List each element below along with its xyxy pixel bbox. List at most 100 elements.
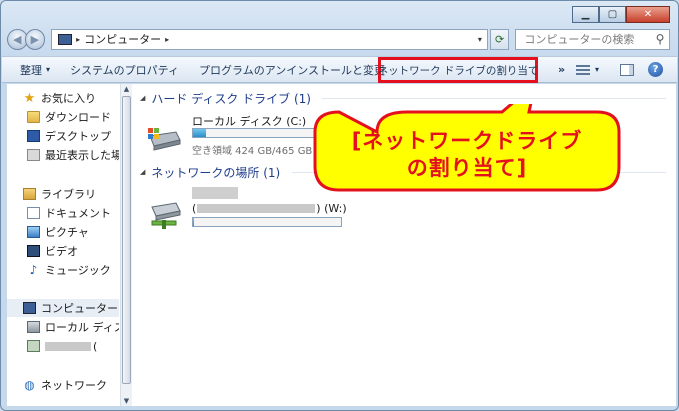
network-drive-icon (27, 340, 40, 352)
map-network-drive-button[interactable]: ネットワーク ドライブの割り当て (378, 57, 538, 83)
local-disk-usage-fill (193, 129, 207, 137)
close-icon: ✕ (643, 9, 653, 20)
scroll-thumb[interactable] (122, 96, 131, 384)
nav-network-drive[interactable]: ( (27, 337, 119, 355)
search-placeholder: コンピューターの検索 (524, 33, 635, 46)
breadcrumb-computer[interactable]: コンピューター (84, 31, 161, 47)
organize-button[interactable]: 整理 ▾ (2, 62, 60, 78)
scroll-up-icon[interactable]: ▲ (121, 85, 132, 93)
local-disk-name: ローカル ディスク (C:) (192, 115, 307, 128)
annotation-callout: [ネットワークドライブ の割り当て] (307, 104, 627, 195)
back-arrow-icon: ◀ (13, 32, 22, 46)
nav-music-label: ミュージック (45, 264, 111, 277)
group-network-locations[interactable]: ◢ ネットワークの場所 (1) (140, 162, 280, 182)
forward-arrow-icon: ▶ (30, 32, 40, 46)
redacted-share-name (45, 341, 91, 351)
group-hard-disk-drives[interactable]: ◢ ハード ディスク ドライブ (1) (140, 88, 311, 108)
nav-scrollbar[interactable]: ▲ ▼ (120, 84, 132, 406)
group-hard-disk-label: ハード ディスク ドライブ (1) (151, 91, 311, 106)
refresh-icon: ⟳ (495, 32, 505, 46)
window-controls: ▁ ▢ ✕ (572, 6, 670, 23)
star-icon: ★ (23, 90, 36, 106)
nav-network[interactable]: ◍ ネットワーク (23, 376, 119, 394)
uninstall-program-label: プログラムのアンインストールと変更 (199, 63, 386, 77)
network-drive-open-paren: ( (192, 202, 197, 215)
refresh-button[interactable]: ⟳ (489, 28, 510, 50)
explorer-window: ▁ ▢ ✕ ◀ ▶ ▸ コンピューター ▸ ▾ ⟳ コンピューターの検索 ⚲ 整… (0, 0, 679, 411)
nav-pictures-label: ピクチャ (45, 226, 89, 239)
chevron-down-icon: ▾ (46, 65, 51, 74)
group-network-label: ネットワークの場所 (1) (151, 165, 281, 180)
nav-favorites-label: お気に入り (41, 92, 96, 105)
collapse-triangle-icon: ◢ (140, 168, 146, 176)
nav-favorites[interactable]: ★ お気に入り (23, 89, 119, 107)
change-view-button[interactable]: ▾ (576, 64, 600, 75)
nav-music[interactable]: ♪ ミュージック (27, 261, 119, 279)
preview-pane-button[interactable] (620, 63, 634, 76)
network-drive-usage-fill (193, 218, 195, 226)
recent-places-icon (27, 149, 40, 161)
network-icon: ◍ (24, 378, 35, 392)
nav-local-disk-label: ローカル ディスク (45, 321, 119, 334)
redacted-share-path (197, 204, 316, 213)
help-button[interactable]: ? (648, 62, 663, 77)
nav-network-label: ネットワーク (41, 379, 107, 392)
content-pane: ◢ ハード ディスク ドライブ (1) ローカル ディスク (C:) 空き領域 … (132, 84, 676, 406)
network-drive-usage-bar (192, 217, 342, 227)
hard-drive-icon (27, 321, 40, 333)
help-icon: ? (652, 64, 659, 75)
local-disk-space: 空き領域 424 GB/465 GB (192, 146, 313, 157)
nav-pictures[interactable]: ピクチャ (27, 223, 119, 241)
nav-libraries-label: ライブラリ (41, 188, 96, 201)
search-input[interactable]: コンピューターの検索 ⚲ (515, 28, 670, 50)
downloads-folder-icon (27, 111, 40, 123)
forward-button[interactable]: ▶ (24, 28, 46, 50)
uninstall-program-button[interactable]: プログラムのアンインストールと変更 (189, 62, 395, 78)
maximize-button[interactable]: ▢ (599, 6, 626, 23)
nav-downloads[interactable]: ダウンロード (27, 108, 119, 126)
music-icon: ♪ (29, 263, 38, 277)
nav-computer[interactable]: コンピューター (23, 299, 119, 317)
documents-icon (27, 207, 40, 219)
address-dropdown-icon[interactable]: ▾ (473, 35, 487, 44)
network-drive-letter: ) (W:) (316, 202, 347, 215)
minimize-button[interactable]: ▁ (572, 6, 599, 23)
computer-icon (23, 302, 36, 314)
redacted-share-name (192, 187, 238, 199)
system-properties-button[interactable]: システムのプロパティ (60, 62, 189, 78)
address-row: ◀ ▶ ▸ コンピューター ▸ ▾ ⟳ コンピューターの検索 ⚲ (7, 27, 670, 51)
nav-libraries[interactable]: ライブラリ (23, 185, 119, 203)
breadcrumb-separator-icon[interactable]: ▸ (165, 35, 169, 44)
nav-documents-label: ドキュメント (45, 207, 111, 220)
hard-drive-windows-icon (148, 128, 181, 151)
callout-line1: [ネットワークドライブ (351, 129, 583, 153)
callout-line2: の割り当て] (406, 156, 528, 180)
command-bar: 整理 ▾ システムのプロパティ プログラムのアンインストールと変更 ネットワーク… (2, 56, 677, 83)
more-commands-button[interactable]: » (548, 63, 575, 76)
close-button[interactable]: ✕ (626, 6, 670, 23)
nav-desktop-label: デスクトップ (45, 130, 111, 143)
nav-computer-label: コンピューター (41, 302, 118, 315)
maximize-icon: ▢ (607, 9, 618, 20)
group-divider (322, 98, 666, 99)
nav-local-disk[interactable]: ローカル ディスク (27, 318, 119, 336)
pictures-icon (27, 226, 40, 238)
nav-recent-places[interactable]: 最近表示した場所 (27, 146, 119, 164)
videos-icon (27, 245, 40, 257)
nav-recent-label: 最近表示した場所 (45, 149, 119, 162)
nav-downloads-label: ダウンロード (45, 111, 111, 124)
breadcrumb-separator-icon: ▸ (76, 34, 81, 44)
navigation-pane: ★ お気に入り ダウンロード デスクトップ 最近表示した場所 ライブラリ ドキュ… (7, 84, 132, 406)
view-icon (576, 64, 590, 75)
nav-videos[interactable]: ビデオ (27, 242, 119, 260)
nav-desktop[interactable]: デスクトップ (27, 127, 119, 145)
chevron-down-icon: ▾ (595, 65, 600, 74)
address-bar[interactable]: ▸ コンピューター ▸ ▾ (51, 28, 488, 50)
collapse-triangle-icon: ◢ (140, 94, 146, 102)
nav-documents[interactable]: ドキュメント (27, 204, 119, 222)
desktop-icon (27, 130, 40, 142)
search-icon[interactable]: ⚲ (651, 32, 669, 46)
network-drive-icon (151, 202, 181, 229)
scroll-down-icon[interactable]: ▼ (121, 397, 132, 405)
organize-label: 整理 (20, 63, 42, 77)
